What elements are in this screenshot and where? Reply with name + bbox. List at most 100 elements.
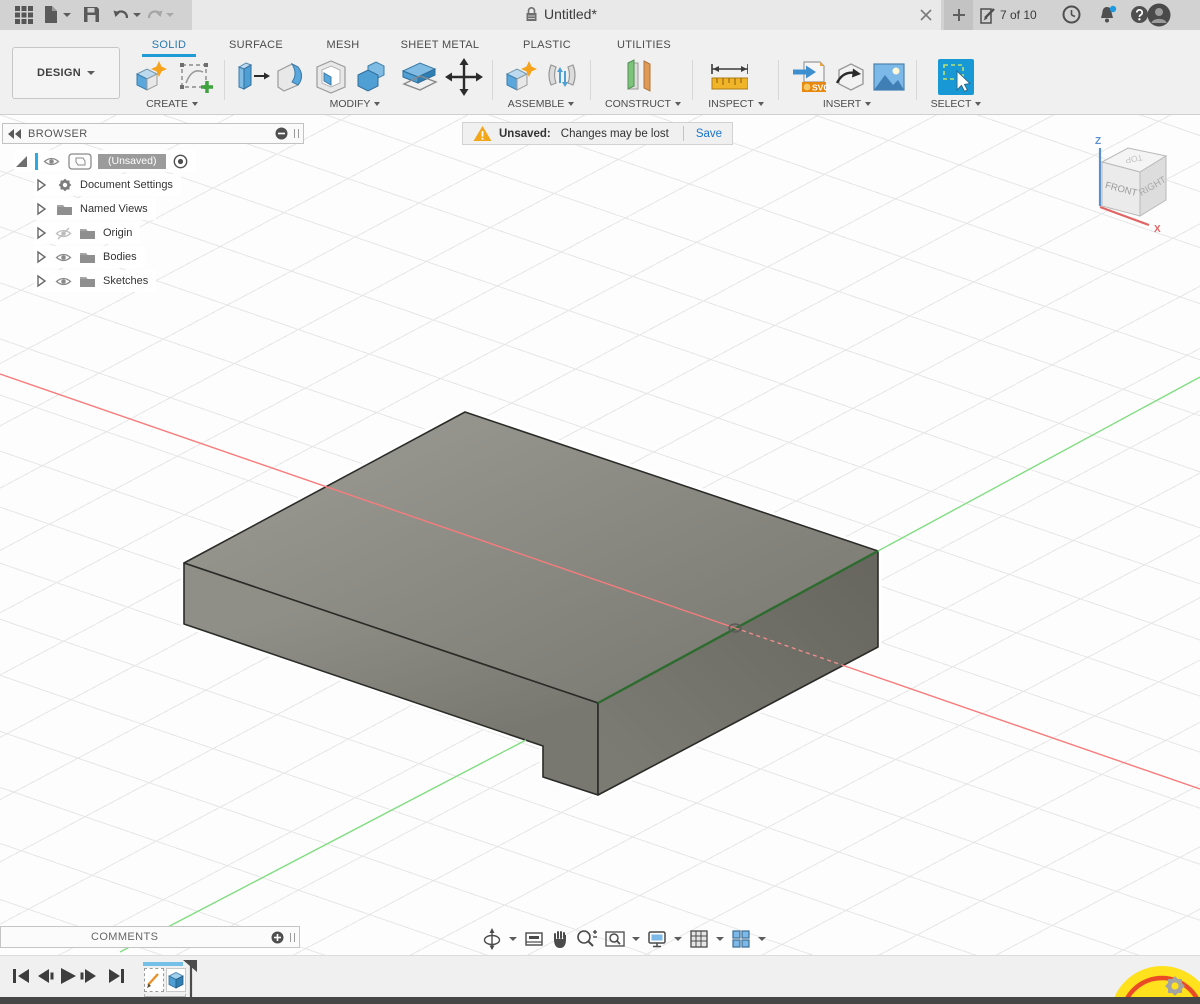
- new-tab-button[interactable]: [944, 0, 973, 30]
- step-back-button: [38, 969, 54, 983]
- visibility-eye-icon[interactable]: [55, 275, 72, 288]
- tab-surface[interactable]: SURFACE: [219, 35, 293, 57]
- timeline-sketch-feature[interactable]: [144, 968, 164, 992]
- collapse-panel-icon[interactable]: [8, 129, 22, 139]
- model-body[interactable]: [0, 115, 1200, 955]
- insert-canvas-icon[interactable]: [869, 57, 909, 97]
- display-settings-caret[interactable]: [674, 937, 682, 941]
- activate-radio-icon[interactable]: [173, 154, 188, 169]
- panel-label-create[interactable]: CREATE: [132, 97, 212, 111]
- expander-expanded-icon[interactable]: [14, 154, 29, 169]
- close-tab-icon[interactable]: [919, 8, 933, 22]
- visibility-eye-icon[interactable]: [55, 251, 72, 264]
- save-link[interactable]: Save: [696, 128, 722, 140]
- root-component-name[interactable]: (Unsaved): [98, 154, 166, 169]
- viewports-icon[interactable]: [731, 929, 751, 949]
- joint-icon[interactable]: [543, 57, 583, 97]
- timeline-playback-controls[interactable]: [5, 956, 135, 998]
- y-axis-line: [120, 740, 526, 952]
- expander-icon[interactable]: [34, 226, 48, 240]
- grid-settings-icon[interactable]: [689, 929, 709, 949]
- browser-row-named-views[interactable]: Named Views: [34, 198, 156, 220]
- insert-derive-icon[interactable]: [831, 57, 871, 97]
- step-forward-button: [81, 969, 97, 983]
- titlebar: Untitled* 7 of 10: [0, 0, 1200, 30]
- design-menu-button[interactable]: DESIGN: [12, 47, 120, 99]
- shell-icon[interactable]: [312, 57, 352, 97]
- combine-icon[interactable]: [352, 57, 392, 97]
- undo-icon[interactable]: [112, 5, 130, 22]
- construct-plane-icon[interactable]: [618, 57, 658, 97]
- panel-label-inspect[interactable]: INSPECT: [696, 97, 776, 111]
- tab-utilities[interactable]: UTILITIES: [607, 35, 681, 57]
- create-sketch-icon[interactable]: [176, 57, 216, 97]
- browser-title: BROWSER: [28, 128, 275, 140]
- offset-face-icon[interactable]: [398, 57, 438, 97]
- expander-icon[interactable]: [34, 274, 48, 288]
- undo-caret[interactable]: [133, 13, 141, 17]
- redo-caret[interactable]: [166, 13, 174, 17]
- viewcube-x-label: X: [1154, 224, 1161, 235]
- browser-row-root[interactable]: (Unsaved): [14, 150, 196, 172]
- viewports-caret[interactable]: [758, 937, 766, 941]
- document-tab[interactable]: Untitled*: [192, 0, 941, 30]
- file-menu-caret[interactable]: [63, 13, 71, 17]
- dropdown-caret: [568, 102, 574, 106]
- browser-row-bodies[interactable]: Bodies: [34, 246, 145, 268]
- visibility-eye-off-icon[interactable]: [55, 227, 72, 240]
- insert-svg-icon[interactable]: SVG: [790, 57, 830, 97]
- tab-mesh[interactable]: MESH: [316, 35, 370, 57]
- panel-resize-grip[interactable]: [294, 129, 299, 138]
- notifications-bell-icon[interactable]: [1098, 5, 1118, 25]
- expander-icon[interactable]: [34, 178, 48, 192]
- dropdown-caret: [192, 102, 198, 106]
- panel-label-assemble[interactable]: ASSEMBLE: [496, 97, 586, 111]
- fillet-icon[interactable]: [272, 57, 312, 97]
- add-comment-icon[interactable]: [271, 931, 284, 944]
- pan-hand-icon[interactable]: [551, 929, 569, 949]
- panel-resize-grip[interactable]: [290, 933, 295, 942]
- timeline-playhead[interactable]: [176, 959, 200, 998]
- create-form-icon[interactable]: [130, 57, 170, 97]
- panel-label-construct[interactable]: CONSTRUCT: [598, 97, 688, 111]
- expander-icon[interactable]: [34, 250, 48, 264]
- look-at-icon[interactable]: [524, 929, 544, 949]
- comments-panel[interactable]: COMMENTS: [0, 926, 300, 948]
- grid-settings-caret[interactable]: [716, 937, 724, 941]
- tab-solid[interactable]: SOLID: [140, 35, 198, 57]
- select-tool-icon[interactable]: [936, 57, 976, 97]
- 3d-viewport[interactable]: FRONT RIGHT TOP Z X BROWSER (Unsaved) D: [0, 115, 1200, 955]
- browser-row-document-settings[interactable]: Document Settings: [34, 174, 181, 196]
- browser-row-origin[interactable]: Origin: [34, 222, 140, 244]
- tab-sheet-metal[interactable]: SHEET METAL: [393, 35, 487, 57]
- orbit-icon[interactable]: [482, 928, 502, 950]
- browser-header[interactable]: BROWSER: [2, 123, 304, 144]
- panel-label-select[interactable]: SELECT: [916, 97, 996, 111]
- viewcube[interactable]: FRONT RIGHT TOP Z X: [1085, 132, 1197, 240]
- new-component-icon[interactable]: [500, 57, 540, 97]
- fit-icon[interactable]: [605, 929, 625, 949]
- origin-point[interactable]: [729, 624, 741, 632]
- fit-caret[interactable]: [632, 937, 640, 941]
- panel-separator: [224, 60, 225, 100]
- zoom-icon[interactable]: [576, 929, 598, 949]
- panel-label-insert[interactable]: INSERT: [807, 97, 887, 111]
- job-status-icon[interactable]: [980, 6, 998, 24]
- visibility-eye-icon[interactable]: [43, 155, 60, 168]
- clock-icon[interactable]: [1062, 5, 1081, 24]
- file-menu-icon[interactable]: [42, 5, 60, 24]
- avatar[interactable]: [1147, 3, 1171, 27]
- tab-plastic[interactable]: PLASTIC: [510, 35, 584, 57]
- collapse-tree-icon[interactable]: [275, 127, 288, 140]
- display-settings-icon[interactable]: [647, 929, 667, 949]
- redo-icon[interactable]: [146, 5, 164, 22]
- browser-row-sketches[interactable]: Sketches: [34, 270, 156, 292]
- save-icon[interactable]: [82, 5, 101, 24]
- expander-icon[interactable]: [34, 202, 48, 216]
- measure-icon[interactable]: [708, 57, 748, 97]
- orbit-caret[interactable]: [509, 937, 517, 941]
- panel-label-modify[interactable]: MODIFY: [315, 97, 395, 111]
- press-pull-icon[interactable]: [234, 57, 274, 97]
- apps-grid-icon[interactable]: [14, 5, 34, 25]
- move-copy-icon[interactable]: [444, 57, 484, 97]
